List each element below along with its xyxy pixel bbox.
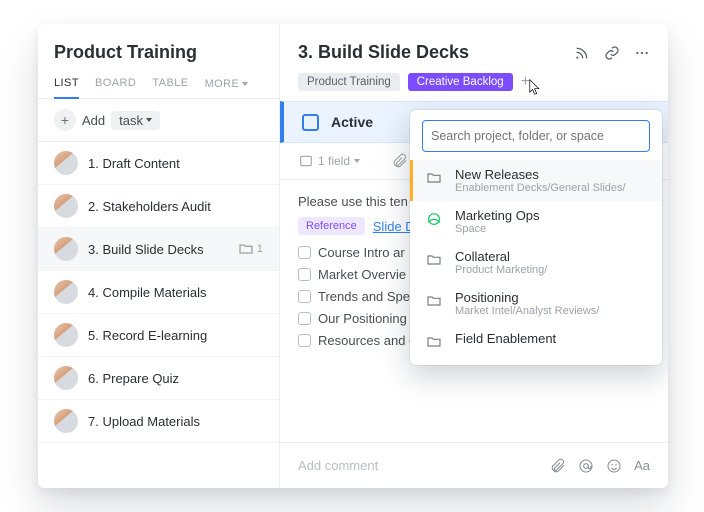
checkbox-icon[interactable] — [298, 312, 311, 325]
task-item[interactable]: 3. Build Slide Decks 1 — [38, 228, 279, 271]
emoji-icon[interactable] — [606, 458, 622, 474]
add-label: Add — [82, 113, 105, 128]
chevron-down-icon — [146, 118, 152, 122]
add-tag-button[interactable]: + — [521, 73, 530, 91]
task-item[interactable]: 2. Stakeholders Audit — [38, 185, 279, 228]
task-item[interactable]: 7. Upload Materials — [38, 400, 279, 443]
formatting-icon[interactable]: Aa — [634, 458, 650, 474]
comment-bar: Add comment Aa — [280, 442, 668, 488]
tab-more[interactable]: MORE — [205, 77, 249, 98]
tag-row: Product Training Creative Backlog + — [280, 73, 668, 101]
dropdown-item[interactable]: CollateralProduct Marketing/ — [410, 242, 662, 283]
task-title: 3. Build Slide Decks — [298, 42, 469, 63]
custom-fields-chip[interactable]: 1 field — [298, 153, 360, 169]
chevron-down-icon — [354, 159, 360, 163]
task-item[interactable]: 4. Compile Materials — [38, 271, 279, 314]
avatar — [54, 323, 78, 347]
field-icon — [298, 153, 314, 169]
folder-icon — [238, 241, 254, 257]
tab-list[interactable]: LIST — [54, 77, 79, 99]
task-type-pill[interactable]: task — [111, 111, 160, 130]
folder-icon — [424, 332, 444, 352]
link-icon[interactable] — [604, 45, 620, 61]
search-input[interactable] — [431, 129, 641, 143]
dropdown-item[interactable]: Marketing OpsSpace — [410, 201, 662, 242]
plus-icon: + — [54, 109, 76, 131]
app-window: Product Training LIST BOARD TABLE MORE +… — [38, 24, 668, 488]
sidebar: Product Training LIST BOARD TABLE MORE +… — [38, 24, 280, 488]
search-field-wrap[interactable] — [422, 120, 650, 152]
folder-icon — [424, 250, 444, 270]
avatar — [54, 409, 78, 433]
folder-icon — [424, 168, 444, 188]
more-icon[interactable] — [634, 45, 650, 61]
checkbox-icon[interactable] — [298, 268, 311, 281]
paperclip-icon[interactable] — [550, 458, 566, 474]
chevron-down-icon — [242, 82, 248, 86]
avatar — [54, 151, 78, 175]
comment-input[interactable]: Add comment — [298, 458, 538, 473]
rss-icon[interactable] — [574, 45, 590, 61]
status-checkbox[interactable] — [302, 114, 319, 131]
task-item[interactable]: 5. Record E-learning — [38, 314, 279, 357]
main-panel: 3. Build Slide Decks Product Training Cr… — [280, 24, 668, 488]
tag-creative-backlog[interactable]: Creative Backlog — [408, 73, 513, 91]
tab-board[interactable]: BOARD — [95, 77, 136, 98]
tab-table[interactable]: TABLE — [152, 77, 188, 98]
folder-icon — [424, 291, 444, 311]
reference-tag[interactable]: Reference — [298, 217, 365, 235]
location-picker-dropdown: New ReleasesEnablement Decks/General Sli… — [410, 110, 662, 365]
dropdown-item[interactable]: New ReleasesEnablement Decks/General Sli… — [410, 160, 662, 201]
checkbox-icon[interactable] — [298, 246, 311, 259]
avatar — [54, 194, 78, 218]
task-item[interactable]: 1. Draft Content — [38, 142, 279, 185]
cursor-icon — [529, 79, 543, 97]
space-icon — [424, 209, 444, 229]
status-label: Active — [331, 114, 373, 130]
add-task-row[interactable]: + Add task — [38, 99, 279, 142]
task-item[interactable]: 6. Prepare Quiz — [38, 357, 279, 400]
folder-count: 1 — [238, 241, 263, 257]
mention-icon[interactable] — [578, 458, 594, 474]
paperclip-icon — [392, 153, 408, 169]
dropdown-item[interactable]: Field Enablement — [410, 324, 662, 359]
reference-link[interactable]: Slide D — [373, 219, 415, 234]
task-list: 1. Draft Content 2. Stakeholders Audit 3… — [38, 142, 279, 488]
avatar — [54, 280, 78, 304]
view-tabs: LIST BOARD TABLE MORE — [38, 63, 279, 99]
tag-product-training[interactable]: Product Training — [298, 73, 400, 91]
checkbox-icon[interactable] — [298, 334, 311, 347]
dropdown-item[interactable]: PositioningMarket Intel/Analyst Reviews/ — [410, 283, 662, 324]
sidebar-title: Product Training — [54, 42, 263, 63]
avatar — [54, 237, 78, 261]
checkbox-icon[interactable] — [298, 290, 311, 303]
avatar — [54, 366, 78, 390]
tab-more-label: MORE — [205, 78, 240, 90]
